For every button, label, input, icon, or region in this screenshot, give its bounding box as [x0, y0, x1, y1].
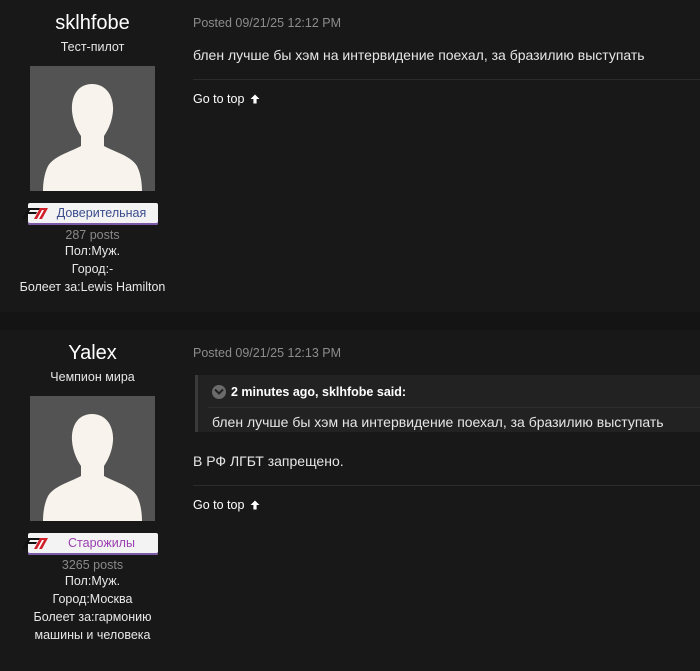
post-date[interactable]: Posted 09/21/25 12:13 PM [193, 346, 700, 360]
author-username[interactable]: sklhfobe [0, 12, 185, 34]
author-gender: Пол:Муж. [64, 244, 121, 258]
author-fan-of-line1: Болеет за:гармонию [33, 610, 152, 624]
default-avatar-silhouette-icon [30, 396, 155, 521]
author-username[interactable]: Yalex [0, 342, 185, 364]
quote-text: блен лучше бы хэм на интервидение поехал… [212, 414, 664, 430]
arrow-up-icon [250, 94, 260, 104]
post-divider [193, 485, 700, 486]
chevron-down-icon[interactable] [212, 385, 226, 399]
group-badge-label: Старожилы [68, 536, 135, 550]
author-fan-of-line2: машины и человека [34, 628, 151, 642]
author-gender: Пол:Муж. [64, 574, 121, 588]
post-date[interactable]: Posted 09/21/25 12:12 PM [193, 16, 700, 30]
quote-block: 2 minutes ago, sklhfobe said: блен лучше… [195, 375, 700, 432]
post-body-text: блен лучше бы хэм на интервидение поехал… [193, 47, 645, 63]
arrow-up-icon [250, 500, 260, 510]
author-rank: Чемпион мира [50, 370, 135, 384]
post-separator [0, 312, 700, 330]
f1-logo-icon [21, 208, 48, 219]
post: sklhfobe Тест-пилот Доверительная 287 po… [0, 0, 700, 312]
author-fan-of: Болеет за:Lewis Hamilton [19, 280, 166, 294]
group-badge: Доверительная [21, 203, 158, 225]
group-badge: Старожилы [21, 533, 158, 555]
avatar[interactable] [30, 396, 155, 521]
go-to-top-label: Go to top [193, 92, 245, 106]
author-city: Город:- [71, 262, 114, 276]
post-content: Posted 09/21/25 12:12 PM блен лучше бы х… [193, 0, 700, 106]
post-content: Posted 09/21/25 12:13 PM 2 minutes ago, … [193, 330, 700, 512]
quote-divider [208, 407, 700, 408]
avatar[interactable] [30, 66, 155, 191]
group-badge-label: Доверительная [56, 206, 147, 220]
f1-logo-icon [21, 538, 48, 549]
go-to-top-label: Go to top [193, 498, 245, 512]
author-panel: Yalex Чемпион мира Старожилы 3265 posts … [0, 330, 185, 644]
author-post-count: 3265 posts [61, 558, 124, 572]
author-panel: sklhfobe Тест-пилот Доверительная 287 po… [0, 0, 185, 296]
author-rank: Тест-пилот [60, 40, 125, 54]
post-body-text: В РФ ЛГБТ запрещено. [193, 453, 344, 469]
go-to-top-link[interactable]: Go to top [193, 498, 700, 512]
post-divider [193, 79, 700, 80]
quote-header-label: 2 minutes ago, sklhfobe said: [231, 385, 407, 399]
post: Yalex Чемпион мира Старожилы 3265 posts … [0, 330, 700, 671]
author-city: Город:Москва [52, 592, 133, 606]
author-post-count: 287 posts [65, 228, 120, 242]
quote-header[interactable]: 2 minutes ago, sklhfobe said: [212, 385, 406, 399]
default-avatar-silhouette-icon [30, 66, 155, 191]
go-to-top-link[interactable]: Go to top [193, 92, 700, 106]
